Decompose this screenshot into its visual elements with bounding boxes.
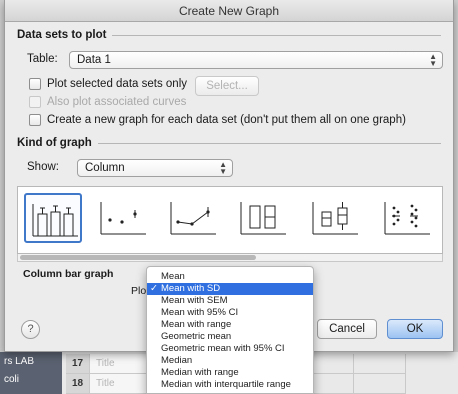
menu-item-mean-with-sd[interactable]: ✓ Mean with SD [147,283,313,295]
table-cell[interactable] [354,354,406,374]
menu-item-geometric-mean-95ci[interactable]: Geometric mean with 95% CI [147,343,313,355]
window-title: Create New Graph [5,0,453,22]
menu-item-mean-with-sem[interactable]: Mean with SEM [147,295,313,307]
graph-thumb-column-bar[interactable] [24,193,82,243]
scatter-dots-icon [384,202,430,235]
cancel-button[interactable]: Cancel [317,319,377,339]
menu-item-geometric-mean[interactable]: Geometric mean [147,331,313,343]
box-whisker-icon [312,202,358,235]
graph-type-gallery [17,186,443,254]
table-select[interactable]: Data 1 ▲ ▼ [69,51,443,69]
navigator-item[interactable]: rs LAB [4,356,34,367]
plot-label: Plo [131,285,147,297]
checkbox-box[interactable] [29,114,41,126]
checkmark-icon: ✓ [150,283,158,294]
table-label: Table: [27,53,58,65]
table-cell[interactable] [314,354,354,374]
row-number: 17 [66,354,90,374]
column-bar-graph-icon [32,204,78,237]
stepper-arrows-icon: ▲ ▼ [219,160,227,176]
graph-thumb-box-whisker[interactable] [306,193,364,243]
menu-item-mean-with-range[interactable]: Mean with range [147,319,313,331]
row-number: 18 [66,374,90,394]
kind-section-header: Kind of graph [17,136,441,150]
plot-selected-checkbox[interactable]: Plot selected data sets only [29,78,187,90]
graph-description: Column bar graph [23,268,114,280]
also-plot-curves-checkbox[interactable]: Also plot associated curves [29,96,186,108]
menu-item-median-with-range[interactable]: Median with range [147,367,313,379]
show-select[interactable]: Column ▲ ▼ [77,159,233,177]
navigator-panel: rs LAB coli [0,352,62,394]
floating-bars-icon [240,202,286,235]
connected-line-icon [170,202,216,235]
graph-thumb-floating-bars[interactable] [234,193,292,243]
menu-item-mean-with-95ci[interactable]: Mean with 95% CI [147,307,313,319]
gallery-scrollbar[interactable] [17,254,443,262]
row-title[interactable]: Title [90,374,150,394]
plot-options-menu: Mean ✓ Mean with SD Mean with SEM Mean w… [146,266,314,394]
new-graph-each-checkbox[interactable]: Create a new graph for each data set (do… [29,114,406,126]
stepper-arrows-icon: ▲ ▼ [429,52,437,68]
menu-item-median[interactable]: Median [147,355,313,367]
table-cell[interactable] [314,374,354,394]
datasets-section-header: Data sets to plot [17,28,441,42]
checkbox-box[interactable] [29,78,41,90]
graph-thumb-connected-line[interactable] [164,193,222,243]
select-datasets-button[interactable]: Select... [195,76,259,96]
show-label: Show: [27,161,59,173]
table-cell[interactable] [354,374,406,394]
row-title[interactable]: Title [90,354,150,374]
navigator-item[interactable]: coli [4,374,19,385]
ok-button[interactable]: OK [387,319,443,339]
menu-item-mean[interactable]: Mean [147,271,313,283]
scrollbar-thumb[interactable] [20,255,256,260]
graph-thumb-scatter-dots[interactable] [378,193,436,243]
menu-item-median-iqr[interactable]: Median with interquartile range [147,379,313,391]
scatter-points-icon [100,202,146,235]
graph-thumb-scatter-points[interactable] [94,193,152,243]
help-button[interactable]: ? [21,320,40,339]
checkbox-box[interactable] [29,96,41,108]
